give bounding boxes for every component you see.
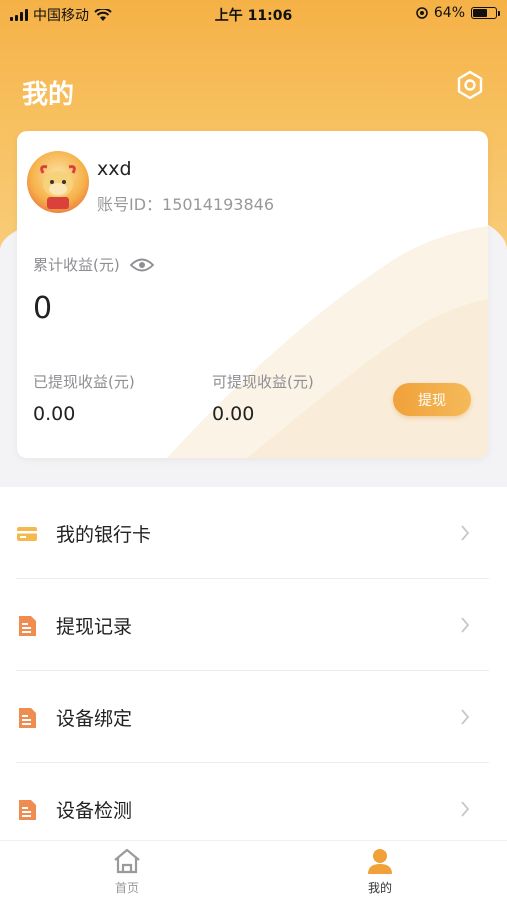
tab-mine[interactable]: 我的 [340,841,420,901]
chevron-right-icon [461,617,470,633]
settings-icon[interactable] [455,70,485,100]
document-icon [19,616,36,636]
status-bar: 中国移动 上午 11:06 64% [0,0,507,28]
withdrawn-earnings-label: 已提现收益(元) [33,373,135,391]
account-id: 账号ID：15014193846 [97,195,275,214]
battery-icon [471,7,500,19]
tab-home[interactable]: 首页 [87,841,167,901]
home-icon [114,848,140,874]
page-title: 我的 [22,80,75,110]
document-icon [19,800,36,820]
menu-item-label: 设备绑定 [56,708,133,730]
menu-item-label: 我的银行卡 [56,524,152,546]
avatar[interactable] [27,151,89,213]
chevron-right-icon [461,525,470,541]
menu-item-label: 设备检测 [56,800,133,822]
available-earnings-value: 0.00 [212,403,255,425]
username: xxd [97,158,132,180]
earnings-card: xxd 账号ID：15014193846 累计收益(元) 0 已提现收益(元) … [17,131,488,458]
menu-item-withdraw-records[interactable]: 提现记录 [0,579,507,671]
chevron-right-icon [461,709,470,725]
menu-item-label: 提现记录 [56,616,133,638]
menu-item-bank-card[interactable]: 我的银行卡 [0,487,507,579]
battery-percent: 64% [433,5,465,21]
available-earnings-label: 可提现收益(元) [212,373,314,391]
withdrawn-earnings-value: 0.00 [33,403,76,425]
eye-icon[interactable] [129,257,154,273]
tab-bar: 首页 我的 [0,840,507,901]
withdraw-button[interactable]: 提现 [393,383,471,416]
menu-list: 我的银行卡 提现记录 设备绑定 设备检测 [0,487,507,847]
document-icon [19,708,36,728]
tab-mine-label: 我的 [367,881,392,895]
orientation-lock-icon [416,7,428,19]
cumulative-earnings-label: 累计收益(元) [33,254,154,275]
chevron-right-icon [461,801,470,817]
bank-card-icon [17,527,37,541]
menu-item-device-binding[interactable]: 设备绑定 [0,671,507,763]
user-icon [368,849,392,874]
cumulative-earnings-text: 累计收益(元) [33,256,120,274]
cumulative-earnings-value: 0 [33,291,53,326]
tab-home-label: 首页 [114,881,139,895]
